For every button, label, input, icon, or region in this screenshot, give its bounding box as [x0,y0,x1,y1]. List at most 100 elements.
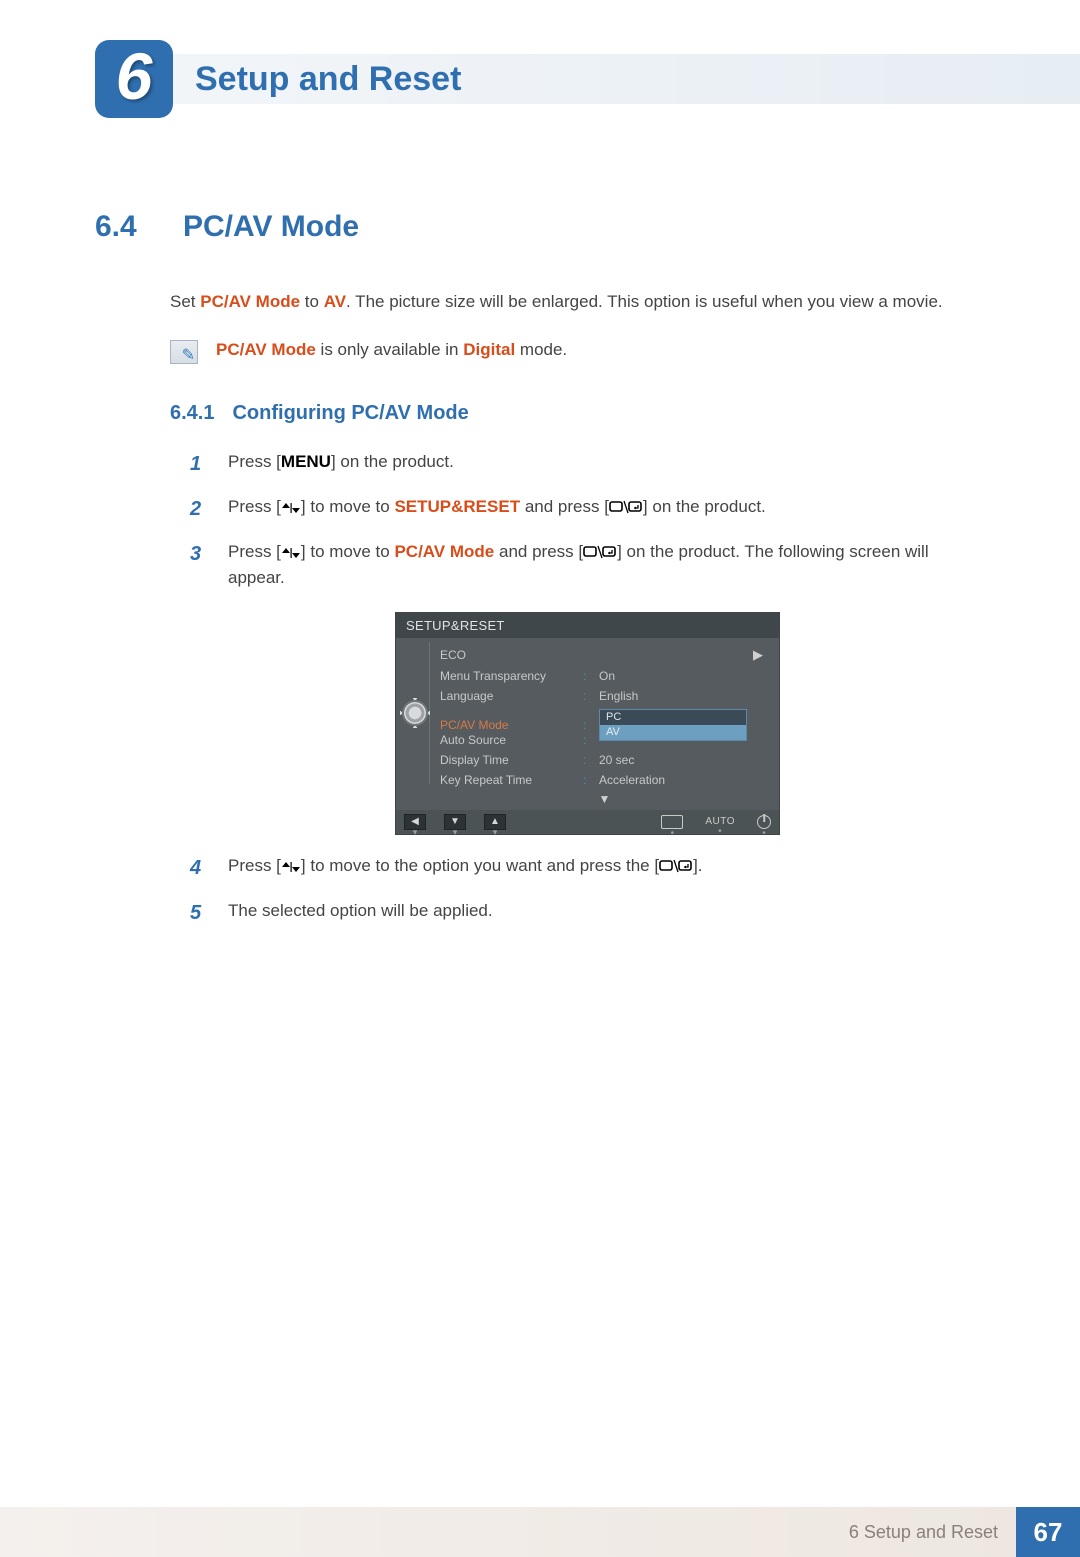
osd-row-menu-transparency: Menu Transparency : On [440,666,769,686]
step-target: PC/AV Mode [394,542,494,561]
chapter-number: 6 [116,43,153,115]
step-text-frag: Press [ [228,856,281,875]
chapter-title: Setup and Reset [195,60,461,99]
osd-separator: : [583,753,591,767]
osd-dropdown: PC AV [599,709,747,741]
osd-separator: : [583,689,591,703]
step-text-frag: ]. [693,856,702,875]
osd-value: On [599,669,615,683]
intro-text: to [300,292,324,311]
up-down-icon [281,501,301,518]
step-number: 3 [190,539,208,592]
step-2: 2 Press [] to move to SETUP&RESET and pr… [190,494,985,525]
section-heading: 6.4 PC/AV Mode [95,210,985,244]
section-title: PC/AV Mode [183,210,359,244]
gear-icon [404,702,426,724]
intro-keyword-2: AV [324,292,346,311]
subsection-heading: 6.4.1 Configuring PC/AV Mode [170,402,985,425]
note-keyword-2: Digital [463,340,515,359]
step-text: Press [MENU] on the product. [228,449,454,480]
osd-footer-left: ◀▾ ▼▾ ▲▾ [404,814,506,830]
osd-separator: : [583,718,591,732]
step-text: Press [] to move to SETUP&RESET and pres… [228,494,766,525]
step-text: Press [ ] to move to the option you want … [228,853,703,884]
intro-text: . The picture size will be enlarged. Thi… [346,292,943,311]
osd-label: Menu Transparency [440,669,575,683]
osd-down-button-icon: ▼▾ [444,814,466,830]
osd-panel: SETUP&RESET ECO ▶ Menu Transparency : On [395,612,780,835]
osd-title: SETUP&RESET [396,613,779,638]
osd-back-button-icon: ◀▾ [404,814,426,830]
subsection-number: 6.4.1 [170,402,214,425]
page-number: 67 [1016,1507,1080,1557]
osd-row-language: Language : English [440,686,769,706]
page-footer: 6 Setup and Reset 67 [0,1507,1080,1557]
osd-sidebar [400,642,430,784]
intro-text: Set [170,292,200,311]
up-down-icon [281,860,301,877]
osd-option: AV [600,725,746,740]
power-icon: • [757,815,771,829]
step-1: 1 Press [MENU] on the product. [190,449,985,480]
osd-separator: : [583,773,591,787]
chapter-header: 6 Setup and Reset [0,30,1080,120]
osd-row-key-repeat-time: Key Repeat Time : Acceleration [440,770,769,790]
page-content: 6.4 PC/AV Mode Set PC/AV Mode to AV. The… [0,120,1080,929]
intro-paragraph: Set PC/AV Mode to AV. The picture size w… [170,292,985,312]
osd-row-eco: ECO ▶ [440,644,769,666]
step-text-frag: and press [ [494,542,583,561]
step-text-frag: ] on the product. [331,452,454,471]
step-text: The selected option will be applied. [228,898,493,929]
osd-screenshot: SETUP&RESET ECO ▶ Menu Transparency : On [190,612,985,835]
step-3: 3 Press [ ] to move to PC/AV Mode and pre… [190,539,985,592]
step-target: SETUP&RESET [394,497,520,516]
steps-list: 1 Press [MENU] on the product. 2 Press [… [190,449,985,929]
up-down-icon [281,546,301,563]
osd-value: Acceleration [599,773,665,787]
step-text-frag: ] to move to the option you want and pre… [301,856,659,875]
osd-body: ECO ▶ Menu Transparency : On Language : … [396,638,779,810]
osd-label: Language [440,689,575,703]
note-keyword-1: PC/AV Mode [216,340,316,359]
note-text: PC/AV Mode is only available in Digital … [216,340,567,360]
section-number: 6.4 [95,210,155,244]
subsection-title: Configuring PC/AV Mode [232,402,468,425]
osd-footer-right: • AUTO• • [661,815,771,829]
intro-keyword-1: PC/AV Mode [200,292,300,311]
step-text-frag: The selected option will be applied. [228,901,493,920]
note-block: PC/AV Mode is only available in Digital … [170,340,985,364]
step-number: 4 [190,853,208,884]
menu-label: MENU [281,452,331,471]
step-5: 5 The selected option will be applied. [190,898,985,929]
osd-value: English [599,689,638,703]
source-enter-icon [583,544,617,563]
source-enter-icon [659,858,693,877]
step-text-frag: ] on the product. [643,497,766,516]
step-text-frag: Press [ [228,497,281,516]
osd-label: ECO [440,648,575,662]
osd-footer: ◀▾ ▼▾ ▲▾ • AUTO• • [396,810,779,834]
osd-up-button-icon: ▲▾ [484,814,506,830]
step-number: 5 [190,898,208,929]
osd-label: PC/AV Mode [440,718,575,732]
note-text-post: mode. [515,340,567,359]
step-text-frag: ] to move to [301,542,395,561]
osd-value: 20 sec [599,753,634,767]
chapter-number-badge: 6 [95,40,173,118]
step-number: 1 [190,449,208,480]
osd-row-display-time: Display Time : 20 sec [440,750,769,770]
osd-label: Key Repeat Time [440,773,575,787]
note-icon [170,340,198,364]
step-text-frag: and press [ [520,497,609,516]
osd-label: Auto Source [440,733,575,747]
step-text-frag: Press [ [228,542,281,561]
chevron-down-icon: ▼ [440,792,769,806]
footer-text: 6 Setup and Reset [0,1507,1016,1557]
step-4: 4 Press [ ] to move to the option you wan… [190,853,985,884]
chevron-right-icon: ▶ [753,647,763,663]
step-text-frag: Press [ [228,452,281,471]
note-text-mid: is only available in [316,340,463,359]
source-enter-icon [609,499,643,518]
step-text: Press [ ] to move to PC/AV Mode and press… [228,539,985,592]
osd-enter-icon: • [661,815,683,829]
